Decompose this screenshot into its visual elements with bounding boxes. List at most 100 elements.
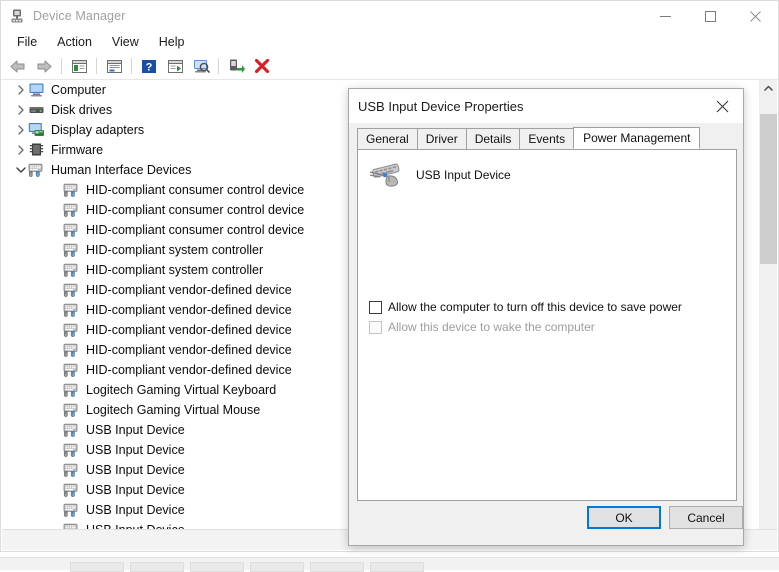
chevron-right-icon[interactable]: [14, 80, 28, 100]
twisty-placeholder: [49, 400, 63, 420]
twisty-placeholder: [49, 360, 63, 380]
hid-icon: [63, 482, 81, 498]
tab-power-management[interactable]: Power Management: [573, 127, 700, 149]
twisty-placeholder: [49, 260, 63, 280]
hid-icon: [63, 362, 81, 378]
allow-turn-off-device-checkbox[interactable]: Allow the computer to turn off this devi…: [369, 300, 682, 315]
dialog-tab-strip: General Driver Details Events Power Mana…: [357, 129, 737, 149]
tab-events[interactable]: Events: [519, 128, 574, 149]
taskbar-button[interactable]: [190, 562, 244, 572]
close-icon[interactable]: [701, 89, 743, 123]
usb-input-device-properties-dialog: USB Input Device Properties General Driv…: [348, 88, 744, 546]
chevron-right-icon[interactable]: [14, 100, 28, 120]
tree-item-label: HID-compliant vendor-defined device: [86, 360, 292, 380]
checkbox-label: Allow this device to wake the computer: [388, 320, 595, 335]
hid-icon: [63, 342, 81, 358]
desktop-background: Device Manager File Action View He: [0, 0, 779, 570]
help-icon[interactable]: ?: [136, 55, 162, 77]
hid-icon: [63, 442, 81, 458]
show-hide-console-tree-icon[interactable]: [66, 55, 92, 77]
tree-vertical-scrollbar[interactable]: [759, 80, 777, 546]
tab-general[interactable]: General: [357, 128, 418, 149]
tree-item-label: HID-compliant vendor-defined device: [86, 340, 292, 360]
taskbar-button[interactable]: [250, 562, 304, 572]
twisty-placeholder: [49, 300, 63, 320]
menu-item-file[interactable]: File: [7, 33, 47, 51]
dialog-title-bar: USB Input Device Properties: [349, 89, 743, 123]
maximize-icon[interactable]: [688, 1, 733, 31]
checkbox-box: [369, 321, 382, 334]
tree-item-label: USB Input Device: [86, 500, 185, 520]
toolbar-separator: [131, 58, 132, 74]
taskbar-button[interactable]: [310, 562, 364, 572]
hid-icon: [63, 382, 81, 398]
checkbox-box[interactable]: [369, 301, 382, 314]
add-legacy-hardware-icon[interactable]: [223, 55, 249, 77]
scroll-up-icon[interactable]: [760, 80, 777, 97]
twisty-placeholder: [49, 480, 63, 500]
tree-item-label: HID-compliant system controller: [86, 260, 263, 280]
disk-drive-icon: [28, 102, 46, 118]
twisty-placeholder: [49, 240, 63, 260]
checkbox-label: Allow the computer to turn off this devi…: [388, 300, 682, 315]
tree-item-label: HID-compliant vendor-defined device: [86, 320, 292, 340]
tree-item-label: Logitech Gaming Virtual Mouse: [86, 400, 260, 420]
hid-icon: [63, 182, 81, 198]
taskbar-button[interactable]: [130, 562, 184, 572]
twisty-placeholder: [49, 420, 63, 440]
hid-icon: [63, 302, 81, 318]
twisty-placeholder: [49, 200, 63, 220]
tab-driver[interactable]: Driver: [417, 128, 467, 149]
hid-icon: [63, 502, 81, 518]
toolbar-separator: [61, 58, 62, 74]
device-manager-icon: [9, 8, 25, 24]
tree-item-label: USB Input Device: [86, 440, 185, 460]
ok-button[interactable]: OK: [587, 506, 661, 529]
menu-item-view[interactable]: View: [102, 33, 149, 51]
tree-item-label: HID-compliant vendor-defined device: [86, 300, 292, 320]
twisty-placeholder: [49, 180, 63, 200]
taskbar: [0, 557, 779, 570]
chevron-down-icon[interactable]: [14, 160, 28, 180]
hid-icon: [63, 402, 81, 418]
scan-hardware-changes-icon[interactable]: [188, 55, 214, 77]
hid-icon: [28, 162, 46, 178]
window-title: Device Manager: [33, 9, 125, 23]
hid-icon: [63, 462, 81, 478]
tree-item-label: Human Interface Devices: [51, 160, 191, 180]
hid-icon: [63, 422, 81, 438]
hid-icon: [63, 202, 81, 218]
uninstall-device-icon[interactable]: [249, 55, 275, 77]
allow-device-wake-computer-checkbox: Allow this device to wake the computer: [369, 320, 595, 335]
menu-item-action[interactable]: Action: [47, 33, 102, 51]
properties-icon[interactable]: [101, 55, 127, 77]
power-management-tab-page: USB Input Device Allow the computer to t…: [357, 149, 737, 501]
taskbar-button[interactable]: [70, 562, 124, 572]
menu-item-help[interactable]: Help: [149, 33, 195, 51]
back-icon[interactable]: [5, 55, 31, 77]
tab-details[interactable]: Details: [466, 128, 521, 149]
scrollbar-thumb[interactable]: [760, 114, 777, 264]
tree-item-label: Logitech Gaming Virtual Keyboard: [86, 380, 276, 400]
twisty-placeholder: [49, 440, 63, 460]
twisty-placeholder: [49, 340, 63, 360]
tree-item-label: HID-compliant system controller: [86, 240, 263, 260]
computer-icon: [28, 82, 46, 98]
taskbar-button[interactable]: [370, 562, 424, 572]
dialog-title: USB Input Device Properties: [358, 99, 523, 114]
device-name: USB Input Device: [416, 168, 511, 182]
tree-item-label: HID-compliant consumer control device: [86, 220, 304, 240]
window-controls: [643, 1, 778, 31]
update-driver-icon[interactable]: [162, 55, 188, 77]
hid-icon: [63, 262, 81, 278]
chevron-right-icon[interactable]: [14, 120, 28, 140]
toolbar: ?: [1, 53, 778, 80]
forward-icon[interactable]: [31, 55, 57, 77]
toolbar-separator: [218, 58, 219, 74]
tree-item-label: Display adapters: [51, 120, 144, 140]
cancel-button[interactable]: Cancel: [669, 506, 743, 529]
close-icon[interactable]: [733, 1, 778, 31]
minimize-icon[interactable]: [643, 1, 688, 31]
chevron-right-icon[interactable]: [14, 140, 28, 160]
tree-item-label: HID-compliant consumer control device: [86, 180, 304, 200]
